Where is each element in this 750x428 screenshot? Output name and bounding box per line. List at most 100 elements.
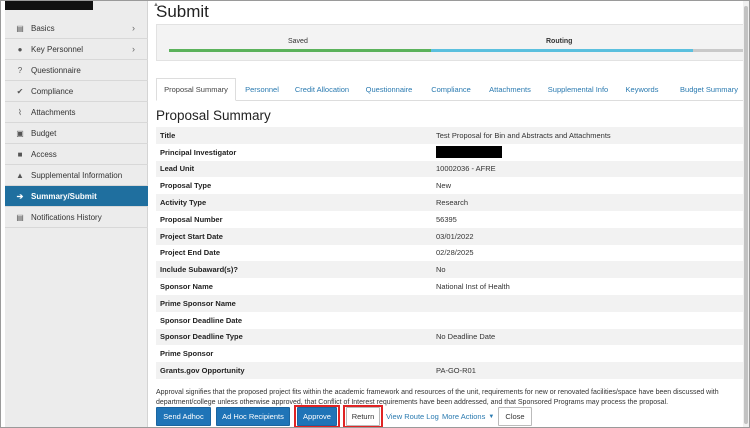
table-row: Proposal Number 56395: [156, 211, 749, 228]
send-adhoc-button[interactable]: Send Adhoc: [156, 407, 211, 426]
table-row: Include Subaward(s)? No: [156, 261, 749, 279]
chevron-right-icon: ›: [132, 23, 135, 33]
main-content: ▲ Submit Saved Routing Proposal Summary …: [148, 1, 749, 427]
table-row: Principal Investigator: [156, 144, 749, 161]
row-label: Prime Sponsor: [160, 349, 214, 359]
row-value: 03/01/2022: [436, 231, 474, 241]
row-label: Proposal Number: [160, 214, 223, 224]
sidebar-item-label: Basics: [31, 23, 55, 33]
sidebar-item-questionnaire[interactable]: ? Questionnaire: [5, 60, 148, 81]
sidebar-item-summary-submit[interactable]: ➔ Summary/Submit: [5, 186, 148, 207]
sidebar-item-notifications-history[interactable]: ▤ Notifications History: [5, 207, 148, 228]
sidebar-item-access[interactable]: ■ Access: [5, 144, 148, 165]
page-title: Submit: [156, 2, 209, 21]
table-row: Sponsor Deadline Type No Deadline Date: [156, 328, 749, 346]
progress-bar-routing: [431, 49, 693, 52]
paperclip-icon: ⌇: [18, 107, 22, 117]
row-value: 10002036 - AFRE: [436, 164, 496, 174]
row-label: Proposal Type: [160, 181, 212, 191]
row-label: Include Subaward(s)?: [160, 265, 238, 275]
bell-icon: ▲: [16, 170, 24, 180]
sidebar-header-redacted: [5, 1, 93, 10]
sidebar: ▤ Basics › ● Key Personnel › ? Questionn…: [5, 1, 148, 427]
tab-budget-summary[interactable]: Budget Summary: [670, 78, 748, 101]
progress-bar-saved: [169, 49, 431, 52]
summary-tabs: Proposal Summary Personnel Credit Alloca…: [156, 78, 749, 101]
table-row: Sponsor Name National Inst of Health: [156, 278, 749, 295]
sidebar-item-label: Supplemental Information: [31, 170, 123, 180]
row-value: No Deadline Date: [436, 332, 496, 342]
row-value: 56395: [436, 214, 457, 224]
row-value: Test Proposal for Bin and Abstracts and …: [436, 130, 611, 140]
row-label: Sponsor Deadline Date: [160, 315, 243, 325]
tab-questionnaire[interactable]: Questionnaire: [358, 78, 420, 101]
row-value: No: [436, 265, 446, 275]
question-icon: ?: [17, 65, 23, 75]
sidebar-item-compliance[interactable]: ✔ Compliance: [5, 81, 148, 102]
row-label: Title: [160, 130, 176, 140]
app-window: ▤ Basics › ● Key Personnel › ? Questionn…: [0, 0, 750, 428]
progress-step-routing: Routing: [546, 38, 573, 45]
more-actions-link[interactable]: More Actions ▼: [442, 407, 494, 426]
row-label: Grants.gov Opportunity: [160, 366, 245, 376]
sidebar-item-label: Compliance: [31, 86, 74, 96]
tab-compliance[interactable]: Compliance: [424, 78, 478, 101]
return-button[interactable]: Return: [346, 407, 380, 426]
row-label: Lead Unit: [160, 164, 195, 174]
list-icon: ▤: [16, 212, 24, 222]
tab-credit-allocation[interactable]: Credit Allocation: [290, 78, 354, 101]
action-bar: Send Adhoc Ad Hoc Recipients Approve Ret…: [156, 405, 749, 427]
tab-personnel[interactable]: Personnel: [238, 78, 286, 101]
table-row: Lead Unit 10002036 - AFRE: [156, 160, 749, 178]
user-icon: ●: [17, 44, 23, 54]
tab-proposal-summary[interactable]: Proposal Summary: [156, 78, 236, 101]
row-label: Prime Sponsor Name: [160, 298, 236, 308]
row-value: National Inst of Health: [436, 282, 510, 292]
sidebar-item-label: Budget: [31, 128, 57, 138]
sidebar-item-label: Questionnaire: [31, 65, 81, 75]
adhoc-recipients-button[interactable]: Ad Hoc Recipients: [216, 407, 290, 426]
table-row: Activity Type Research: [156, 194, 749, 211]
row-value: New: [436, 181, 452, 191]
table-row: Project End Date 02/28/2025: [156, 245, 749, 262]
sidebar-item-supplemental-information[interactable]: ▲ Supplemental Information: [5, 165, 148, 186]
table-row: Sponsor Deadline Date: [156, 312, 749, 329]
row-value: Research: [436, 198, 469, 208]
sidebar-item-label: Summary/Submit: [31, 191, 97, 201]
approve-button[interactable]: Approve: [297, 407, 337, 426]
vertical-scrollbar[interactable]: [743, 1, 749, 427]
sidebar-item-basics[interactable]: ▤ Basics ›: [5, 18, 148, 39]
caret-down-icon: ▼: [488, 413, 495, 420]
row-label: Principal Investigator: [160, 147, 237, 157]
table-row: Project Start Date 03/01/2022: [156, 227, 749, 245]
sidebar-item-label: Access: [31, 149, 57, 159]
row-value: [436, 146, 749, 159]
approval-text-line-1: Approval signifies that the proposed pro…: [156, 389, 719, 396]
close-button[interactable]: Close: [498, 407, 532, 426]
approval-statement: Approval signifies that the proposed pro…: [156, 388, 749, 408]
sidebar-item-attachments[interactable]: ⌇ Attachments: [5, 102, 148, 123]
sidebar-item-label: Attachments: [31, 107, 76, 117]
tab-supplemental-info[interactable]: Supplemental Info: [542, 78, 614, 101]
progress-step-saved: Saved: [288, 38, 308, 45]
table-row: Prime Sponsor: [156, 345, 749, 362]
sidebar-item-label: Notifications History: [31, 212, 102, 222]
sidebar-nav: ▤ Basics › ● Key Personnel › ? Questionn…: [5, 18, 148, 228]
scrollbar-thumb[interactable]: [744, 6, 748, 424]
sidebar-item-budget[interactable]: ▣ Budget: [5, 123, 148, 144]
tab-keywords[interactable]: Keywords: [618, 78, 666, 101]
view-route-log-link[interactable]: View Route Log: [386, 407, 439, 426]
sidebar-item-key-personnel[interactable]: ● Key Personnel ›: [5, 39, 148, 60]
table-row: Prime Sponsor Name: [156, 294, 749, 312]
proposal-summary-table: Title Test Proposal for Bin and Abstracts…: [156, 127, 749, 379]
row-label: Project End Date: [160, 248, 221, 258]
route-progress: Saved Routing: [156, 24, 749, 61]
list-icon: ▤: [16, 23, 24, 33]
row-value: 02/28/2025: [436, 248, 474, 258]
section-title: Proposal Summary: [156, 108, 271, 123]
row-label: Activity Type: [160, 198, 207, 208]
arrow-right-icon: ➔: [16, 191, 24, 201]
lock-icon: ■: [17, 149, 23, 159]
tab-attachments[interactable]: Attachments: [482, 78, 538, 101]
chevron-right-icon: ›: [132, 44, 135, 54]
